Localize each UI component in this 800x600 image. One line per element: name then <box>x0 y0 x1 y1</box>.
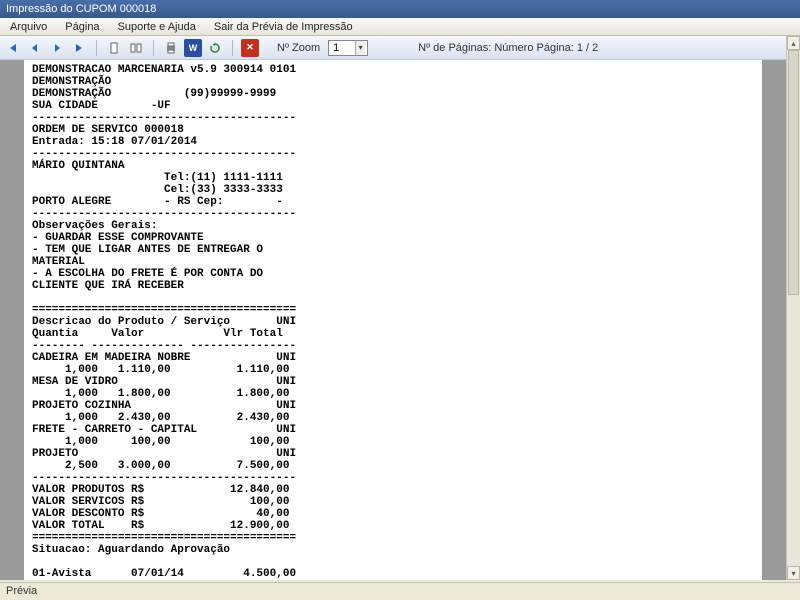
status-text: Prévia <box>6 585 37 597</box>
nav-prev-icon[interactable] <box>26 39 44 57</box>
menu-pagina[interactable]: Página <box>57 20 107 34</box>
print-icon[interactable] <box>162 39 180 57</box>
chevron-down-icon: ▾ <box>355 41 365 55</box>
menubar: Arquivo Página Suporte e Ajuda Sair da P… <box>0 18 800 36</box>
zoom-label: Nº Zoom <box>277 42 320 54</box>
page-preview: DEMONSTRACAO MARCENARIA v5.9 300914 0101… <box>24 60 762 580</box>
page-count-label: Nº de Páginas: Número Página: 1 / 2 <box>418 42 598 54</box>
nav-last-icon[interactable] <box>70 39 88 57</box>
refresh-icon[interactable] <box>206 39 224 57</box>
toolbar: W ✕ Nº Zoom 1 ▾ Nº de Páginas: Número Pá… <box>0 36 800 60</box>
close-preview-icon[interactable]: ✕ <box>241 39 259 57</box>
separator <box>153 40 154 56</box>
zoom-select[interactable]: 1 ▾ <box>328 40 368 56</box>
zoom-value: 1 <box>329 42 339 54</box>
statusbar: Prévia <box>0 582 800 600</box>
scroll-up-icon[interactable]: ▴ <box>787 36 800 50</box>
nav-next-icon[interactable] <box>48 39 66 57</box>
vertical-scrollbar[interactable]: ▴ ▾ <box>786 36 800 580</box>
export-word-icon[interactable]: W <box>184 39 202 57</box>
menu-suporte[interactable]: Suporte e Ajuda <box>110 20 204 34</box>
window-title: Impressão do CUPOM 000018 <box>6 3 156 15</box>
scroll-down-icon[interactable]: ▾ <box>787 566 800 580</box>
preview-area: DEMONSTRACAO MARCENARIA v5.9 300914 0101… <box>0 60 786 580</box>
separator <box>232 40 233 56</box>
menu-sair[interactable]: Sair da Prévia de Impressão <box>206 20 361 34</box>
nav-first-icon[interactable] <box>4 39 22 57</box>
receipt-text: DEMONSTRACAO MARCENARIA v5.9 300914 0101… <box>32 64 754 580</box>
scroll-thumb[interactable] <box>788 50 799 295</box>
window-titlebar: Impressão do CUPOM 000018 <box>0 0 800 18</box>
page-single-icon[interactable] <box>105 39 123 57</box>
menu-arquivo[interactable]: Arquivo <box>2 20 55 34</box>
separator <box>96 40 97 56</box>
page-double-icon[interactable] <box>127 39 145 57</box>
